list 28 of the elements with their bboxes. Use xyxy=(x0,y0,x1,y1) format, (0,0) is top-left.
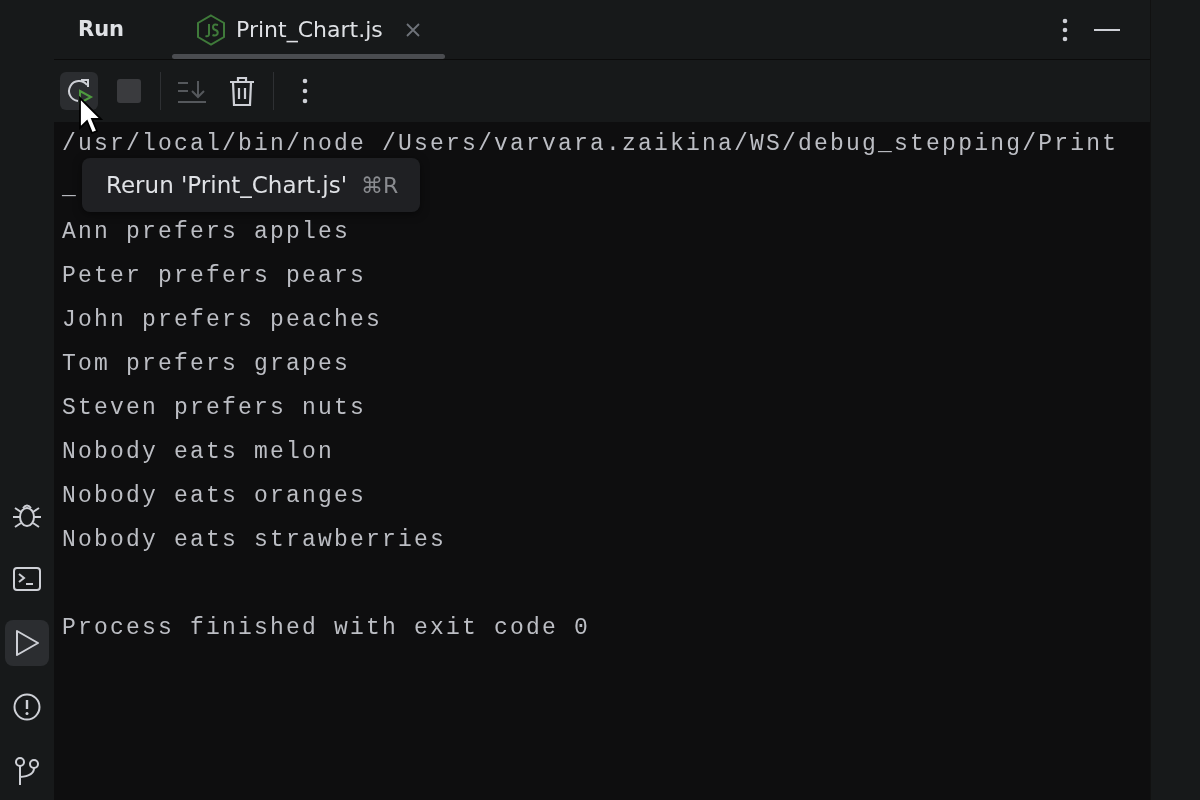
warning-icon xyxy=(13,693,41,721)
panel-title: Run xyxy=(78,15,125,43)
more-icon xyxy=(302,78,308,104)
console-line: Tom prefers grapes xyxy=(62,351,351,377)
js-file-icon xyxy=(196,13,227,46)
tooltip-text: Rerun 'Print_Chart.js' xyxy=(106,170,347,200)
more-icon[interactable] xyxy=(1062,17,1068,42)
stop-icon xyxy=(116,78,142,104)
console-line: Nobody eats oranges xyxy=(62,483,367,509)
console-line: _ xyxy=(62,175,78,201)
rerun-button[interactable] xyxy=(60,72,98,110)
shortcut-text: ⌘R xyxy=(360,171,399,200)
console-line: /usr/local/bin/node /Users/varvara.zaikina/WS/debug_stepping/Print xyxy=(62,131,1119,157)
run-button[interactable] xyxy=(5,620,49,666)
console-line: Steven prefers nuts xyxy=(62,395,367,421)
console-line: Peter prefers pears xyxy=(62,263,367,289)
console-line: Nobody eats melon xyxy=(62,439,335,465)
branch-icon xyxy=(14,756,40,786)
file-tab[interactable]: Print_Chart.js xyxy=(172,0,445,60)
run-icon xyxy=(14,629,40,657)
console-line: Nobody eats strawberries xyxy=(62,527,447,553)
console-line: John prefers peaches xyxy=(62,307,383,333)
console-line: Ann prefers apples xyxy=(62,219,351,245)
trash-icon xyxy=(228,75,256,107)
scroll-to-end-icon xyxy=(177,78,207,104)
exit-message: Process finished with exit code 0 xyxy=(62,615,591,641)
close-icon[interactable] xyxy=(404,21,421,38)
terminal-icon xyxy=(13,567,41,591)
